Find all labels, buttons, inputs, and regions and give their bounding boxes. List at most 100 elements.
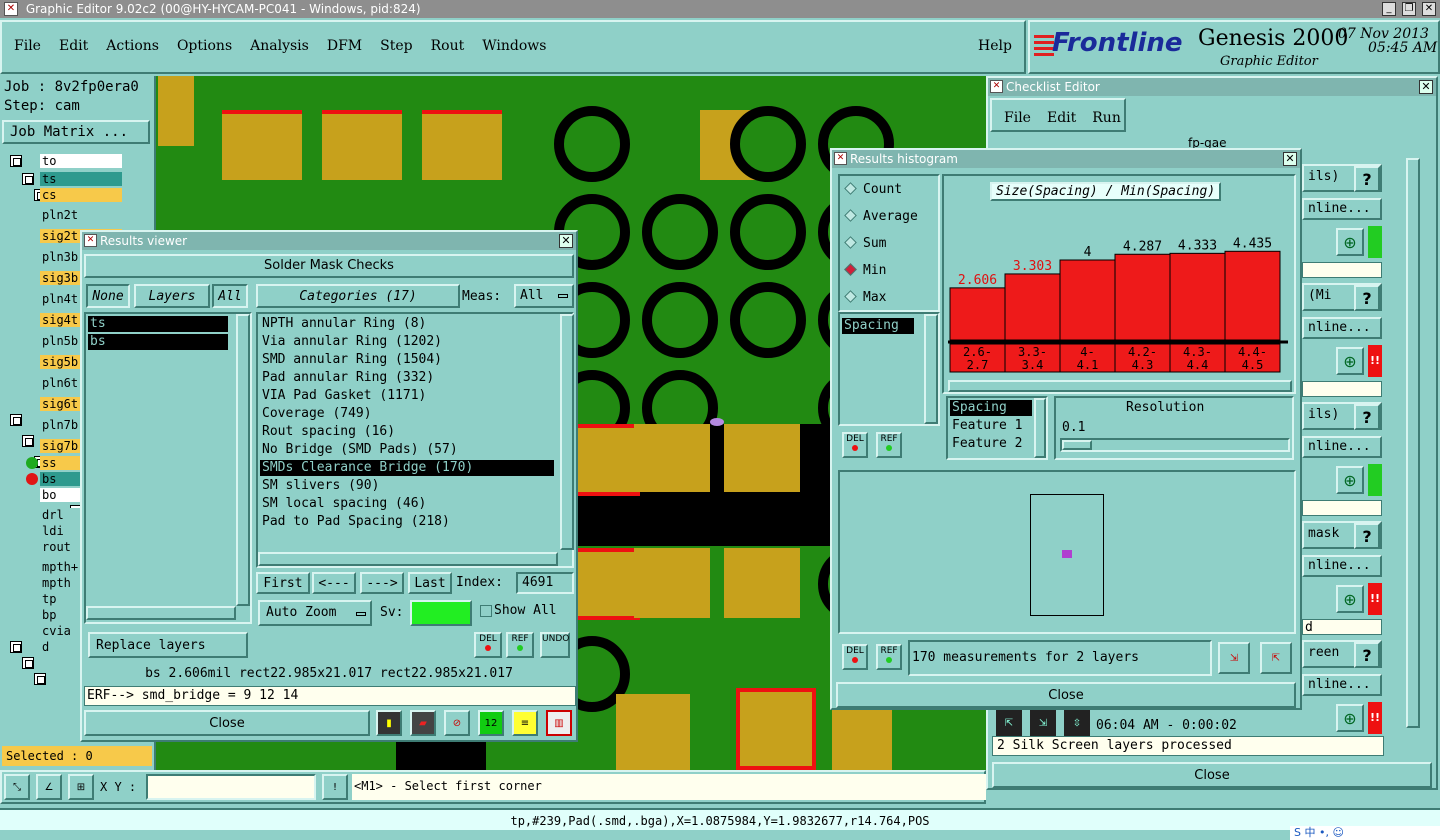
checklist-run-button[interactable]: nline... — [1302, 555, 1382, 577]
replace-layers-button[interactable]: Replace layers — [88, 632, 248, 658]
vertical-scrollbar[interactable] — [236, 314, 250, 606]
pcb-red-icon[interactable]: ▰ — [410, 710, 436, 736]
histogram-bar[interactable] — [1114, 253, 1171, 341]
action-icon[interactable]: ⇲ — [1030, 710, 1056, 736]
none-button[interactable]: None — [86, 284, 130, 308]
category-item[interactable]: Pad annular Ring (332) — [260, 370, 554, 386]
layers-listbox[interactable]: ts bs — [84, 312, 252, 624]
layer-checkbox[interactable] — [22, 435, 34, 447]
resolution-slider[interactable] — [1060, 438, 1290, 452]
show-all-checkbox[interactable] — [480, 605, 492, 617]
histogram-close-button[interactable]: Close — [836, 682, 1296, 708]
close-icon[interactable]: ✕ — [1419, 80, 1433, 94]
help-icon[interactable]: ? — [1354, 285, 1380, 311]
histogram-icon[interactable]: ▥ — [546, 710, 572, 736]
menu-file[interactable]: File — [14, 38, 41, 54]
histogram-bar[interactable] — [1059, 259, 1116, 341]
undo-button[interactable]: UNDO — [540, 632, 570, 658]
zoom-icon[interactable]: ⊕ — [1336, 585, 1364, 613]
checklist-run-button[interactable]: nline... — [1302, 674, 1382, 696]
menu-dfm[interactable]: DFM — [327, 38, 362, 54]
layer-checkbox[interactable] — [10, 155, 22, 167]
field-list-item[interactable]: Feature 1 — [950, 418, 1022, 433]
vertical-scrollbar[interactable] — [1034, 398, 1046, 458]
menu-step[interactable]: Step — [380, 38, 412, 54]
menu-options[interactable]: Options — [177, 38, 232, 54]
layer-checkbox[interactable] — [22, 657, 34, 669]
category-item[interactable]: SM slivers (90) — [260, 478, 554, 494]
hist-del-button-2[interactable]: DEL — [842, 644, 868, 670]
hist-ref-button[interactable]: REF — [876, 432, 902, 458]
option-count[interactable]: Count — [844, 182, 902, 197]
grid-icon[interactable]: ⊞ — [68, 774, 94, 800]
meas-select[interactable]: All — [514, 284, 574, 308]
field-list-item[interactable]: Feature 2 — [950, 436, 1022, 451]
menu-help[interactable]: Help — [978, 38, 1012, 54]
sv-color-select[interactable] — [410, 600, 472, 626]
histogram-bar[interactable] — [949, 287, 1006, 341]
layer-checkbox[interactable] — [34, 673, 46, 685]
results-close-button[interactable]: Close — [84, 710, 370, 736]
maximize-button[interactable]: ❐ — [1402, 2, 1416, 16]
next-button[interactable]: ---> — [360, 572, 404, 594]
first-button[interactable]: First — [256, 572, 310, 594]
export-icon[interactable]: ⇲ — [1218, 642, 1250, 674]
layer-checkbox[interactable] — [22, 173, 34, 185]
all-layers-button[interactable]: All — [212, 284, 248, 308]
menu-actions[interactable]: Actions — [106, 38, 159, 54]
menu-edit[interactable]: Edit — [59, 38, 88, 54]
checklist-run-button[interactable]: nline... — [1302, 436, 1382, 458]
hist-ref-button-2[interactable]: REF — [876, 644, 902, 670]
layer-item-cs[interactable]: cs — [40, 188, 122, 202]
right-scrollbar[interactable] — [1406, 158, 1420, 728]
histogram-bar[interactable] — [1004, 273, 1061, 341]
menu-windows[interactable]: Windows — [482, 38, 546, 54]
close-button[interactable]: ✕ — [1422, 2, 1436, 16]
layer-list-item[interactable]: bs — [88, 334, 228, 350]
layer-checkbox[interactable] — [10, 641, 22, 653]
layer-list-item[interactable]: ts — [88, 316, 228, 332]
checklist-menu-run[interactable]: Run — [1092, 110, 1121, 130]
layer-checkbox[interactable] — [10, 414, 22, 426]
layer-item-to[interactable]: to — [40, 154, 122, 168]
category-item[interactable]: SMD annular Ring (1504) — [260, 352, 554, 368]
menu-analysis[interactable]: Analysis — [250, 38, 309, 54]
category-item[interactable]: Rout spacing (16) — [260, 424, 554, 440]
histogram-bar[interactable] — [1224, 250, 1281, 341]
category-item[interactable]: No Bridge (SMD Pads) (57) — [260, 442, 554, 458]
menu-rout[interactable]: Rout — [431, 38, 465, 54]
field-list[interactable]: Spacing Feature 1 Feature 2 — [946, 396, 1048, 460]
help-icon[interactable]: ? — [1354, 523, 1380, 549]
checklist-run-button[interactable]: nline... — [1302, 317, 1382, 339]
options-list[interactable]: Spacing — [838, 312, 940, 426]
checklist-close-button[interactable]: Close — [992, 762, 1432, 788]
help-icon[interactable]: ? — [1354, 642, 1380, 668]
auto-zoom-select[interactable]: Auto Zoom — [258, 600, 372, 626]
chart-scrollbar[interactable] — [948, 380, 1292, 392]
checklist-menu-edit[interactable]: Edit — [1047, 110, 1076, 130]
horizontal-scrollbar[interactable] — [258, 552, 558, 566]
action-icon[interactable]: ⇱ — [996, 710, 1022, 736]
horizontal-scrollbar[interactable] — [86, 606, 236, 620]
minimize-button[interactable]: _ — [1382, 2, 1396, 16]
categories-button[interactable]: Categories (17) — [256, 284, 460, 308]
vertical-scrollbar[interactable] — [560, 314, 574, 550]
zoom-icon[interactable]: ⊕ — [1336, 347, 1364, 375]
report-icon[interactable]: ≡ — [512, 710, 538, 736]
category-item[interactable]: SM local spacing (46) — [260, 496, 554, 512]
checklist-menu-file[interactable]: File — [1004, 110, 1031, 130]
prev-button[interactable]: <--- — [312, 572, 356, 594]
xy-input[interactable] — [146, 774, 316, 800]
del-button[interactable]: DEL — [474, 632, 502, 658]
alert-icon[interactable]: ! — [322, 774, 348, 800]
list-12-icon[interactable]: 12 — [478, 710, 504, 736]
zoom-box-icon[interactable]: ⤡ — [4, 774, 30, 800]
action-icon[interactable]: ⇳ — [1064, 710, 1090, 736]
help-icon[interactable]: ? — [1354, 404, 1380, 430]
category-item[interactable]: VIA Pad Gasket (1171) — [260, 388, 554, 404]
option-average[interactable]: Average — [844, 209, 918, 224]
last-button[interactable]: Last — [408, 572, 452, 594]
zoom-icon[interactable]: ⊕ — [1336, 466, 1364, 494]
highlight-icon[interactable]: ▮ — [376, 710, 402, 736]
layer-item-pln2t[interactable]: pln2t — [40, 208, 122, 222]
